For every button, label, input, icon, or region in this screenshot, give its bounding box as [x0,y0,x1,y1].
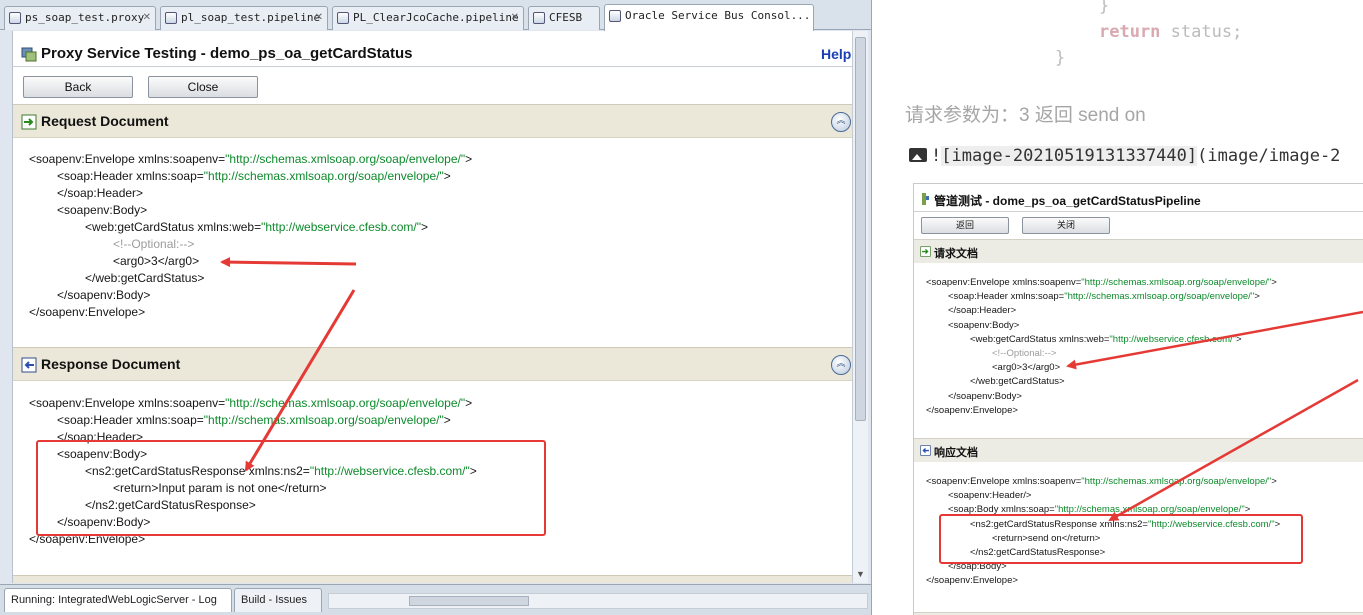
close-button[interactable]: Close [148,76,258,98]
xml-line: </soapenv:Envelope> [926,404,1018,416]
request-document-header: 请求文档 [914,239,1363,263]
collapse-chevron-icon[interactable]: ︽ [831,355,851,375]
request-arrow-icon [920,246,931,257]
response-document-header: 响应文档 [914,438,1363,462]
editor-tab-bar: ps_soap_test.proxy ✕ pl_soap_test.pipeli… [0,0,871,31]
xml-line: <arg0>3</arg0> [113,254,200,268]
blog-article: } return status; } 请求参数为：3 返回 send on ![… [873,0,1363,615]
xml-line: <web:getCardStatus xmlns:web="http://web… [970,333,1242,345]
pipeline-file-icon [337,12,349,24]
code-fragment: } [1055,48,1066,68]
back-button[interactable]: Back [23,76,133,98]
tab-label: ps_soap_test.proxy [25,11,145,24]
embedded-screenshot: 管道测试 - dome_ps_oa_getCardStatusPipeline … [913,183,1363,615]
tab-label: CFESB [549,11,583,24]
next-section-header [13,575,852,583]
xml-line: </soap:Header> [948,305,1017,317]
vertical-scrollbar[interactable]: ▼ [852,31,868,583]
xml-line: </soapenv:Body> [948,390,1022,402]
close-icon[interactable]: ✕ [511,7,519,29]
request-param-note: 请求参数为：3 返回 send on [905,105,1146,126]
scroll-down-icon[interactable]: ▼ [856,569,865,579]
response-document-header: Response Document ︽ [13,347,852,381]
tab-cfesb[interactable]: CFESB [528,6,600,30]
close-icon[interactable]: ✕ [143,7,151,29]
tab-label: PL_ClearJcoCache.pipeline [353,11,519,24]
inner-page-title: 管道测试 - dome_ps_oa_getCardStatusPipeline [934,194,1201,208]
response-document-title: Response Document [41,356,181,372]
xml-line: </web:getCardStatus> [970,376,1065,388]
tab-label: Oracle Service Bus Consol... [625,9,811,22]
image-markdown-link[interactable]: ![image-20210519131337440](image/image-2 [909,146,1340,166]
request-xml: <soapenv:Envelope xmlns:soapenv="http://… [29,151,472,321]
xml-line: <!--Optional:--> [113,237,195,251]
tab-pl-clear-jco-cache[interactable]: PL_ClearJcoCache.pipeline ✕ [332,6,524,30]
xml-line: </soap:Header> [57,186,144,200]
image-icon [909,148,927,162]
tab-build-issues[interactable]: Build - Issues [234,588,322,612]
project-icon [533,12,545,24]
pipeline-file-icon [165,12,177,24]
proxy-file-icon [9,12,21,24]
tab-ps-soap-test-proxy[interactable]: ps_soap_test.proxy ✕ [4,6,156,30]
close-icon[interactable]: ✕ [315,7,323,29]
xml-line: <arg0>3</arg0> [992,362,1061,374]
response-arrow-icon [21,357,37,373]
xml-line: <soap:Header xmlns:soap="http://schemas.… [948,291,1260,303]
response-arrow-icon [920,445,931,456]
proxy-service-icon [21,47,37,62]
close-button: 关闭 [1022,217,1110,234]
request-document-title: Request Document [41,113,169,129]
code-fragment: return status; [1099,22,1243,42]
tab-oracle-service-bus-console[interactable]: Oracle Service Bus Consol... [604,4,814,31]
xml-line: </soapenv:Envelope> [926,575,1018,587]
help-link[interactable]: Help [821,46,851,62]
xml-line: </soapenv:Envelope> [29,305,146,319]
xml-line: <soapenv:Header/> [948,490,1032,502]
scrollbar-thumb[interactable] [855,37,866,421]
response-document-title: 响应文档 [934,447,978,459]
request-xml: <soapenv:Envelope xmlns:soapenv="http://… [926,276,1277,418]
ide-window: ps_soap_test.proxy ✕ pl_soap_test.pipeli… [0,0,872,615]
divider [914,211,1363,212]
bottom-panel-tabs: Running: IntegratedWebLogicServer - Log … [0,584,871,615]
page-title: Proxy Service Testing - demo_ps_oa_getCa… [41,45,413,62]
request-document-title: 请求文档 [934,248,978,260]
request-arrow-icon [21,114,37,130]
xml-line: <soapenv:Envelope xmlns:soapenv="http://… [29,396,473,410]
xml-line: <soapenv:Envelope xmlns:soapenv="http://… [926,476,1277,487]
xml-line: <soapenv:Envelope xmlns:soapenv="http://… [29,152,473,166]
xml-line: <soap:Header xmlns:soap="http://schemas.… [57,169,451,183]
page-header: Proxy Service Testing - demo_ps_oa_getCa… [13,41,852,67]
xml-line: </soapenv:Body> [57,288,151,302]
collapse-chevron-icon[interactable]: ︽ [831,112,851,132]
xml-line: <soapenv:Body> [948,319,1020,331]
xml-line: </web:getCardStatus> [85,271,205,285]
horizontal-scrollbar[interactable] [328,593,868,609]
xml-line: <soapenv:Envelope xmlns:soapenv="http://… [926,277,1277,288]
pipeline-icon [922,193,929,205]
xml-line: <soap:Header xmlns:soap="http://schemas.… [57,413,451,427]
code-fragment: } [1099,0,1110,16]
xml-line: <web:getCardStatus xmlns:web="http://web… [85,220,429,234]
xml-line: <!--Optional:--> [992,347,1057,359]
request-document-header: Request Document ︽ [13,104,852,138]
xml-line: <soapenv:Body> [57,203,148,217]
tab-label: pl_soap_test.pipeline [181,11,321,24]
tab-weblogic-log[interactable]: Running: IntegratedWebLogicServer - Log [4,588,232,612]
annotation-highlight-box [36,440,546,536]
back-button: 返回 [921,217,1009,234]
console-icon [609,10,621,22]
tab-pl-soap-test-pipeline[interactable]: pl_soap_test.pipeline ✕ [160,6,328,30]
annotation-highlight-box [939,514,1303,564]
scrollbar-thumb[interactable] [409,596,529,606]
